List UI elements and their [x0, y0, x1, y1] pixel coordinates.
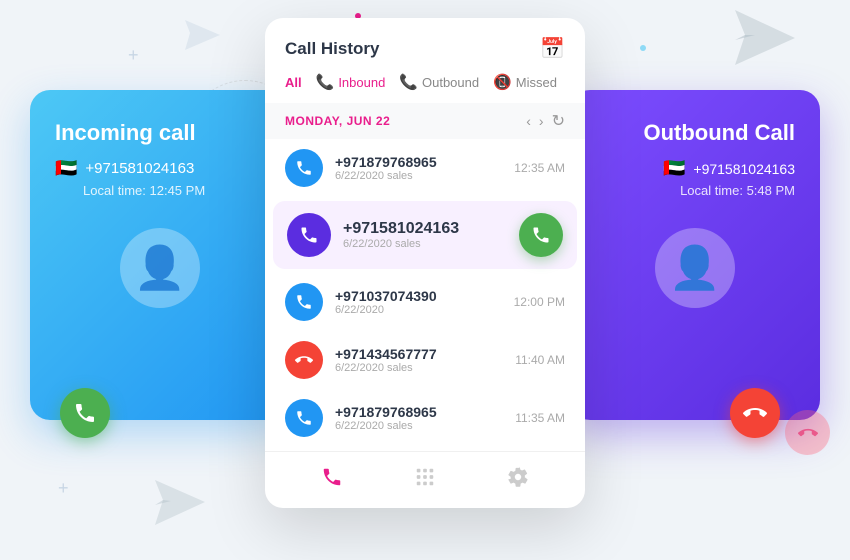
call-info-5: +971879768965 6/22/2020 sales: [335, 404, 503, 432]
person-icon-right: 👤: [669, 244, 721, 293]
call-time-1: 12:35 AM: [514, 161, 565, 175]
modal-title: Call History: [285, 39, 379, 59]
footer-phone-icon[interactable]: [321, 466, 343, 494]
answer-call-btn[interactable]: [519, 213, 563, 257]
flag-left: 🇦🇪: [55, 158, 77, 179]
call-time-4: 11:40 AM: [515, 353, 565, 367]
call-meta-3: 6/22/2020: [335, 304, 502, 316]
paper-plane-mid-left: [185, 20, 220, 50]
next-date-btn[interactable]: ›: [539, 113, 544, 129]
filter-tabs-row: All 📞 Inbound 📞 Outbound 📵 Missed: [265, 73, 585, 103]
modal-footer: [265, 451, 585, 508]
call-info-3: +971037074390 6/22/2020: [335, 288, 502, 316]
call-item-3[interactable]: +971037074390 6/22/2020 12:00 PM: [265, 273, 585, 331]
call-meta-5: 6/22/2020 sales: [335, 420, 503, 432]
modal-header: Call History 📅: [265, 18, 585, 73]
incoming-call-title: Incoming call: [55, 120, 265, 146]
call-avatar-3: [285, 283, 323, 321]
outbound-call-card: Outbound Call 🇦🇪 +971581024163 Local tim…: [570, 90, 820, 420]
outbound-tab-label: Outbound: [422, 75, 479, 90]
call-item-4[interactable]: +971434567777 6/22/2020 sales 11:40 AM: [265, 331, 585, 389]
outbound-phone-number: +971581024163: [693, 161, 795, 177]
tab-missed[interactable]: 📵 Missed: [493, 73, 557, 91]
call-number-4: +971434567777: [335, 346, 503, 362]
missed-tab-label: Missed: [516, 75, 557, 90]
call-number-1: +971879768965: [335, 154, 502, 170]
call-info-4: +971434567777 6/22/2020 sales: [335, 346, 503, 374]
flag-right: 🇦🇪: [663, 158, 685, 179]
outbound-local-time: Local time: 5:48 PM: [595, 183, 795, 198]
date-nav: ‹ › ↻: [526, 111, 565, 131]
incoming-avatar: 👤: [120, 228, 200, 308]
call-history-modal: Call History 📅 All 📞 Inbound 📞 Outbound …: [265, 18, 585, 508]
calendar-icon[interactable]: 📅: [540, 36, 565, 61]
call-time-5: 11:35 AM: [515, 411, 565, 425]
green-answer-btn-left[interactable]: [60, 388, 110, 438]
tab-outbound[interactable]: 📞 Outbound: [399, 73, 479, 91]
call-meta-1: 6/22/2020 sales: [335, 170, 502, 182]
incoming-call-card: Incoming call 🇦🇪 +971581024163 Local tim…: [30, 90, 290, 420]
bg-plus-3: +: [58, 478, 69, 499]
call-list: +971879768965 6/22/2020 sales 12:35 AM +…: [265, 139, 585, 447]
footer-grid-icon[interactable]: [414, 466, 436, 494]
refresh-icon[interactable]: ↻: [552, 111, 565, 131]
call-number-5: +971879768965: [335, 404, 503, 420]
date-row: MONDAY, JUN 22 ‹ › ↻: [265, 103, 585, 139]
call-avatar-1: [285, 149, 323, 187]
inbound-tab-icon: 📞: [316, 73, 335, 91]
incoming-phone-row: 🇦🇪 +971581024163: [55, 158, 265, 179]
missed-tab-icon: 📵: [493, 73, 512, 91]
prev-date-btn[interactable]: ‹: [526, 113, 531, 129]
outbound-call-title: Outbound Call: [595, 120, 795, 146]
call-avatar-5: [285, 399, 323, 437]
call-avatar-4: [285, 341, 323, 379]
paper-plane-top-right: [735, 10, 795, 65]
call-item-1[interactable]: +971879768965 6/22/2020 sales 12:35 AM: [265, 139, 585, 197]
faded-end-btn: [785, 410, 830, 455]
call-info-2: +971581024163 6/22/2020 sales: [343, 220, 507, 250]
outbound-avatar: 👤: [655, 228, 735, 308]
call-item-2[interactable]: +971581024163 6/22/2020 sales: [273, 201, 577, 269]
bg-plus-1: +: [128, 45, 139, 66]
outbound-phone-row: 🇦🇪 +971581024163: [595, 158, 795, 179]
footer-settings-icon[interactable]: [507, 466, 529, 494]
person-icon-left: 👤: [134, 244, 186, 293]
call-info-1: +971879768965 6/22/2020 sales: [335, 154, 502, 182]
paper-plane-bottom-left: [155, 480, 205, 525]
red-end-btn-right[interactable]: [730, 388, 780, 438]
call-item-5[interactable]: +971879768965 6/22/2020 sales 11:35 AM: [265, 389, 585, 447]
incoming-phone-number: +971581024163: [85, 160, 194, 177]
call-number-3: +971037074390: [335, 288, 502, 304]
date-label: MONDAY, JUN 22: [285, 114, 390, 128]
tab-inbound[interactable]: 📞 Inbound: [316, 73, 386, 91]
outbound-tab-icon: 📞: [399, 73, 418, 91]
call-time-3: 12:00 PM: [514, 295, 565, 309]
tab-all[interactable]: All: [285, 75, 302, 90]
call-number-2: +971581024163: [343, 220, 507, 238]
call-meta-4: 6/22/2020 sales: [335, 362, 503, 374]
blue-dot: [640, 45, 646, 51]
call-meta-2: 6/22/2020 sales: [343, 238, 507, 250]
call-avatar-2: [287, 213, 331, 257]
incoming-local-time: Local time: 12:45 PM: [83, 183, 265, 198]
inbound-tab-label: Inbound: [338, 75, 385, 90]
